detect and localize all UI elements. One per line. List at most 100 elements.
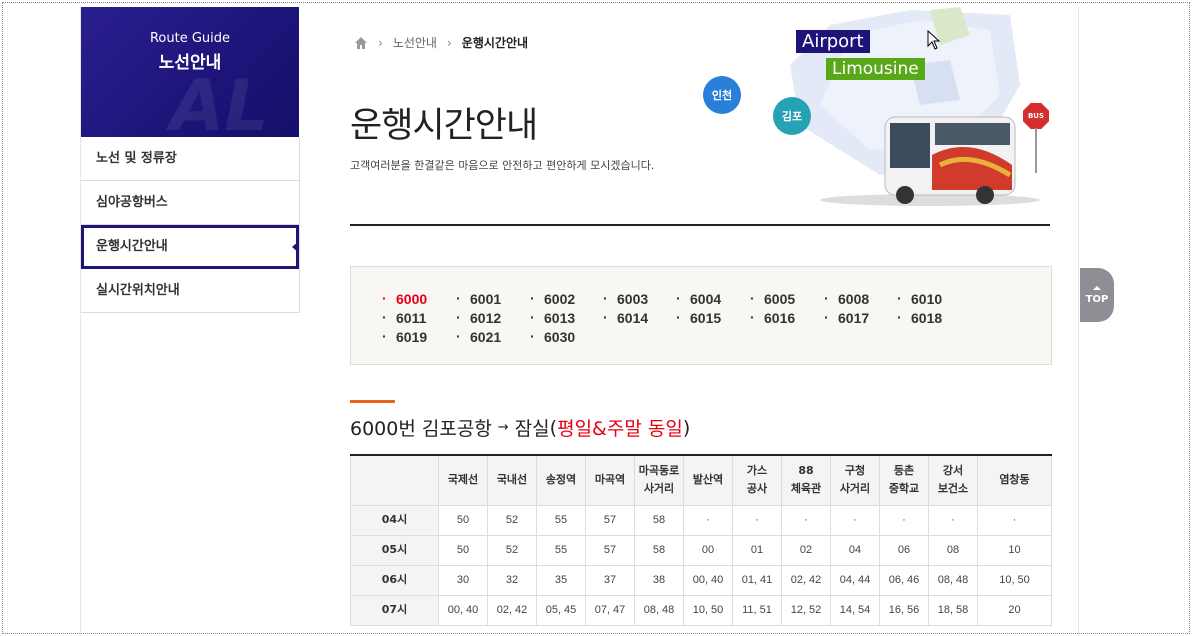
time-cell: 50 [438,504,488,536]
column-header-text: 보건소 [937,482,969,496]
banner-title-en: Route Guide [149,31,231,46]
home-icon[interactable] [354,36,368,50]
time-cell: 35 [536,564,586,596]
column-header-text: 국내선 [496,473,528,487]
banner-title-ko: 노선안내 [158,53,222,73]
time-cell: 16, 56 [879,594,929,626]
time-cell: · [732,504,782,536]
column-header-text: 체육관 [790,482,822,496]
hour-cell: 06시 [350,564,439,596]
timetable-column-header: 구청 사거리 [830,454,880,506]
content-border-right [1078,7,1079,636]
sidebar-item-timetable[interactable]: 운행시간안내 [81,225,299,269]
timetable-column-header: 국제선 [438,454,488,506]
sidebar-item-night-bus[interactable]: 심야공항버스 [81,181,299,225]
sidebar-item-realtime-location[interactable]: 실시간위치안내 [81,269,299,313]
timetable-column-header: 송정역 [536,454,586,506]
timetable-column-header: 강서보건소 [928,454,978,506]
route-link-6015[interactable]: 6015 [676,309,721,326]
time-cell: 00 [683,534,733,566]
time-cell: 58 [634,534,684,566]
route-link-6001[interactable]: 6001 [456,290,501,307]
route-link-6010[interactable]: 6010 [897,290,942,307]
time-cell: 52 [487,534,537,566]
timetable-column-header: 88 체육관 [781,454,831,506]
time-cell: 05, 45 [536,594,586,626]
section-paren-close: ) [682,416,691,439]
breadcrumb-current: 운행시간안내 [461,36,529,50]
route-link-6018[interactable]: 6018 [897,309,942,326]
column-header-text: 염창동 [999,473,1030,487]
route-link-6003[interactable]: 6003 [603,290,648,307]
timetable-column-header: 국내선 [487,454,537,506]
time-cell: 04 [830,534,880,566]
incheon-bubble: 인천 [703,76,741,114]
route-link-6002[interactable]: 6002 [530,290,575,307]
section-accent-bar [350,400,395,403]
column-header-text: 마곡역 [594,473,626,487]
page-subtitle: 고객여러분을 한결같은 마음으로 안전하고 편안하게 모시겠습니다. [350,159,655,172]
time-cell: · [683,504,733,536]
time-cell: 10, 50 [683,594,733,626]
column-header-text: 발산역 [692,473,724,487]
route-link-6004[interactable]: 6004 [676,290,721,307]
time-cell: 08 [928,534,978,566]
hour-cell: 05시 [350,534,439,566]
section-title: 6000번 김포공항 → 잠실 ( 평일&주말 동일 ) [350,414,690,441]
hero-limousine-label: Limousine [826,58,925,80]
time-cell: 52 [487,504,537,536]
column-header-text: 강서 [942,464,964,478]
route-link-6016[interactable]: 6016 [750,309,795,326]
banner-decoration: AL [170,65,269,137]
time-cell: 57 [585,534,635,566]
column-header-text: 공사 [746,482,768,496]
scroll-top-label: TOP [1085,293,1109,305]
header-divider [350,224,1050,226]
sidebar-divider [299,137,300,313]
route-link-6014[interactable]: 6014 [603,309,648,326]
route-link-6019[interactable]: 6019 [382,328,427,345]
timetable-column-header: 등촌 중학교 [879,454,929,506]
route-link-6013[interactable]: 6013 [530,309,575,326]
breadcrumb-item[interactable]: 노선안내 [393,34,437,51]
time-cell: 55 [536,534,586,566]
time-cell: · [781,504,831,536]
time-cell: 58 [634,504,684,536]
time-cell: 08, 48 [634,594,684,626]
page-title: 운행시간안내 [350,106,538,146]
route-link-6030[interactable]: 6030 [530,328,575,345]
time-cell: 30 [438,564,488,596]
chevron-right-icon: › [378,35,383,50]
section-paren-open: ( [549,416,558,439]
route-selector: 6000 6001 6002 6003 6004 6005 6008 6010 6011 6012… [350,266,1052,365]
bus-stop-pole [1035,128,1037,173]
time-cell: 12, 52 [781,594,831,626]
route-link-6005[interactable]: 6005 [750,290,795,307]
route-link-6008[interactable]: 6008 [824,290,869,307]
route-link-6021[interactable]: 6021 [456,328,501,345]
route-link-6012[interactable]: 6012 [456,309,501,326]
timetable-row: 06시 30 32 35 37 38 00, 40 01, 41 02, 42 04, 44 06,… [350,564,1052,596]
timetable-row: 07시 00, 40 02, 42 05, 45 07, 47 08, 48 10, 50 1… [350,594,1052,626]
time-cell: 37 [585,564,635,596]
column-header-text: 사거리 [643,482,675,496]
scroll-top-button[interactable]: TOP [1080,268,1114,322]
route-link-6017[interactable]: 6017 [824,309,869,326]
column-header-text: 마곡동로 [638,464,680,478]
time-cell: 07, 47 [585,594,635,626]
route-link-6000[interactable]: 6000 [382,290,427,307]
column-header-text: 구청 [844,464,866,478]
sidebar-item-routes-stops[interactable]: 노선 및 정류장 [81,137,299,181]
chevron-right-icon: › [446,35,452,50]
time-cell: 57 [585,504,635,536]
time-cell: 08, 48 [928,564,978,596]
column-header-text: 가스 [746,464,768,478]
time-cell: 20 [977,594,1052,626]
timetable-corner-cell [350,454,439,506]
time-cell: 32 [487,564,537,596]
route-link-6011[interactable]: 6011 [382,309,427,326]
time-cell: 11, 51 [732,594,782,626]
hour-cell: 07시 [350,594,439,626]
bus-stop-sign-icon: BUS [1023,103,1049,129]
hero-airport-label: Airport [796,30,870,53]
